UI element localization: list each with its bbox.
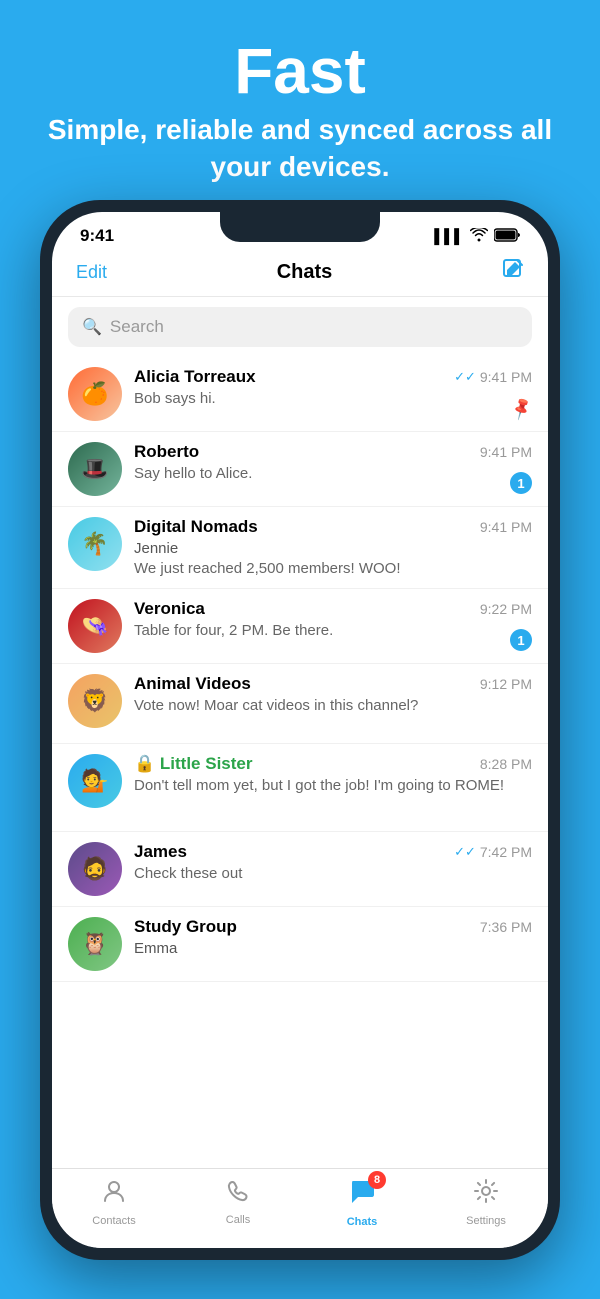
chat-header: Veronica 9:22 PM (134, 599, 532, 619)
unread-badge: 1 (510, 629, 532, 651)
chat-preview: Emma (134, 939, 532, 959)
chat-content: Study Group 7:36 PM Emma (134, 917, 532, 959)
list-item[interactable]: 💁 🔒 Little Sister 8:28 PM Don't tell mom… (52, 744, 548, 832)
chat-time: ✓✓ 7:42 PM (454, 844, 532, 860)
avatar: 👒 (68, 599, 122, 653)
chat-time: 9:22 PM (480, 601, 532, 617)
sender-name: Jennie (134, 540, 178, 557)
tab-calls-label: Calls (226, 1214, 250, 1226)
edit-button[interactable]: Edit (76, 262, 107, 283)
calls-icon (226, 1179, 250, 1210)
chat-content: Alicia Torreaux ✓✓ 9:41 PM Bob says hi. (134, 367, 532, 409)
avatar: 🦉 (68, 917, 122, 971)
phone-screen: 9:41 ▌▌▌ Edit Chats 🔍 Search (52, 212, 548, 1248)
chat-name: Veronica (134, 599, 205, 619)
list-item[interactable]: 🌴 Digital Nomads 9:41 PM Jennie We just … (52, 507, 548, 589)
nav-bar: Edit Chats (52, 252, 548, 297)
avatar: 🎩 (68, 442, 122, 496)
chat-preview: Check these out (134, 864, 532, 884)
unread-badge: 1 (510, 472, 532, 494)
search-placeholder: Search (110, 317, 164, 337)
chat-preview: Vote now! Moar cat videos in this channe… (134, 696, 532, 716)
wifi-icon (470, 228, 488, 245)
avatar: 🌴 (68, 517, 122, 571)
chat-name: Roberto (134, 442, 199, 462)
avatar: 🧔 (68, 842, 122, 896)
tab-contacts[interactable]: Contacts (52, 1178, 176, 1227)
chat-header: 🔒 Little Sister 8:28 PM (134, 754, 532, 774)
list-item[interactable]: 🦁 Animal Videos 9:12 PM Vote now! Moar c… (52, 664, 548, 744)
chat-name: James (134, 842, 187, 862)
chat-preview: Jennie We just reached 2,500 members! WO… (134, 539, 532, 578)
search-bar[interactable]: 🔍 Search (68, 307, 532, 347)
chat-content: Digital Nomads 9:41 PM Jennie We just re… (134, 517, 532, 578)
list-item[interactable]: 👒 Veronica 9:22 PM Table for four, 2 PM.… (52, 589, 548, 664)
chat-header: Digital Nomads 9:41 PM (134, 517, 532, 537)
chat-header: Roberto 9:41 PM (134, 442, 532, 462)
double-check-icon: ✓✓ (454, 369, 476, 385)
chat-preview: Bob says hi. (134, 389, 532, 409)
chat-preview: Don't tell mom yet, but I got the job! I… (134, 776, 532, 796)
list-item[interactable]: 🍊 Alicia Torreaux ✓✓ 9:41 PM Bob says hi… (52, 357, 548, 432)
chat-content: James ✓✓ 7:42 PM Check these out (134, 842, 532, 884)
chats-icon: 8 (348, 1177, 376, 1212)
chat-header: James ✓✓ 7:42 PM (134, 842, 532, 862)
chat-name: Study Group (134, 917, 237, 937)
list-item[interactable]: 🦉 Study Group 7:36 PM Emma (52, 907, 548, 982)
settings-icon (473, 1178, 499, 1211)
chat-header: Study Group 7:36 PM (134, 917, 532, 937)
chat-content: Animal Videos 9:12 PM Vote now! Moar cat… (134, 674, 532, 716)
double-check-icon: ✓✓ (454, 844, 476, 860)
chat-time: 9:41 PM (480, 444, 532, 460)
contacts-icon (101, 1178, 127, 1211)
search-icon: 🔍 (82, 317, 102, 337)
chat-preview: Table for four, 2 PM. Be there. (134, 621, 532, 641)
hero-section: Fast Simple, reliable and synced across … (0, 0, 600, 213)
chat-time: 8:28 PM (480, 756, 532, 772)
list-item[interactable]: 🧔 James ✓✓ 7:42 PM Check these out (52, 832, 548, 907)
status-icons: ▌▌▌ (434, 228, 520, 245)
tab-bar: Contacts Calls 8 Chats Settings (52, 1168, 548, 1248)
phone-notch (220, 212, 380, 242)
phone-frame: 9:41 ▌▌▌ Edit Chats 🔍 Search (40, 200, 560, 1260)
hero-title: Fast (40, 36, 560, 106)
chat-preview: Say hello to Alice. (134, 464, 532, 484)
chat-time: ✓✓ 9:41 PM (454, 369, 532, 385)
chat-content: Veronica 9:22 PM Table for four, 2 PM. B… (134, 599, 532, 641)
nav-title: Chats (277, 261, 333, 284)
lock-icon: 🔒 (134, 754, 155, 773)
tab-settings[interactable]: Settings (424, 1178, 548, 1227)
tab-chats-label: Chats (347, 1216, 378, 1228)
chat-name: Animal Videos (134, 674, 251, 694)
chat-name: Digital Nomads (134, 517, 258, 537)
avatar: 🍊 (68, 367, 122, 421)
status-time: 9:41 (80, 226, 114, 246)
chat-content: 🔒 Little Sister 8:28 PM Don't tell mom y… (134, 754, 532, 796)
chat-time: 9:12 PM (480, 676, 532, 692)
list-item[interactable]: 🎩 Roberto 9:41 PM Say hello to Alice. 1 (52, 432, 548, 507)
chat-content: Roberto 9:41 PM Say hello to Alice. (134, 442, 532, 484)
chat-time: 9:41 PM (480, 519, 532, 535)
chat-time: 7:36 PM (480, 919, 532, 935)
chat-header: Animal Videos 9:12 PM (134, 674, 532, 694)
avatar: 🦁 (68, 674, 122, 728)
tab-settings-label: Settings (466, 1215, 506, 1227)
hero-subtitle: Simple, reliable and synced across all y… (40, 112, 560, 185)
compose-button[interactable] (502, 258, 524, 286)
battery-icon (494, 228, 520, 245)
tab-calls[interactable]: Calls (176, 1179, 300, 1226)
tab-chats[interactable]: 8 Chats (300, 1177, 424, 1228)
chat-header: Alicia Torreaux ✓✓ 9:41 PM (134, 367, 532, 387)
sender-name: Emma (134, 940, 177, 957)
chat-name: Alicia Torreaux (134, 367, 256, 387)
chats-badge: 8 (368, 1171, 386, 1189)
tab-contacts-label: Contacts (92, 1215, 135, 1227)
chat-list: 🍊 Alicia Torreaux ✓✓ 9:41 PM Bob says hi… (52, 357, 548, 982)
avatar: 💁 (68, 754, 122, 808)
chat-name: 🔒 Little Sister (134, 754, 252, 774)
signal-icon: ▌▌▌ (434, 228, 464, 244)
